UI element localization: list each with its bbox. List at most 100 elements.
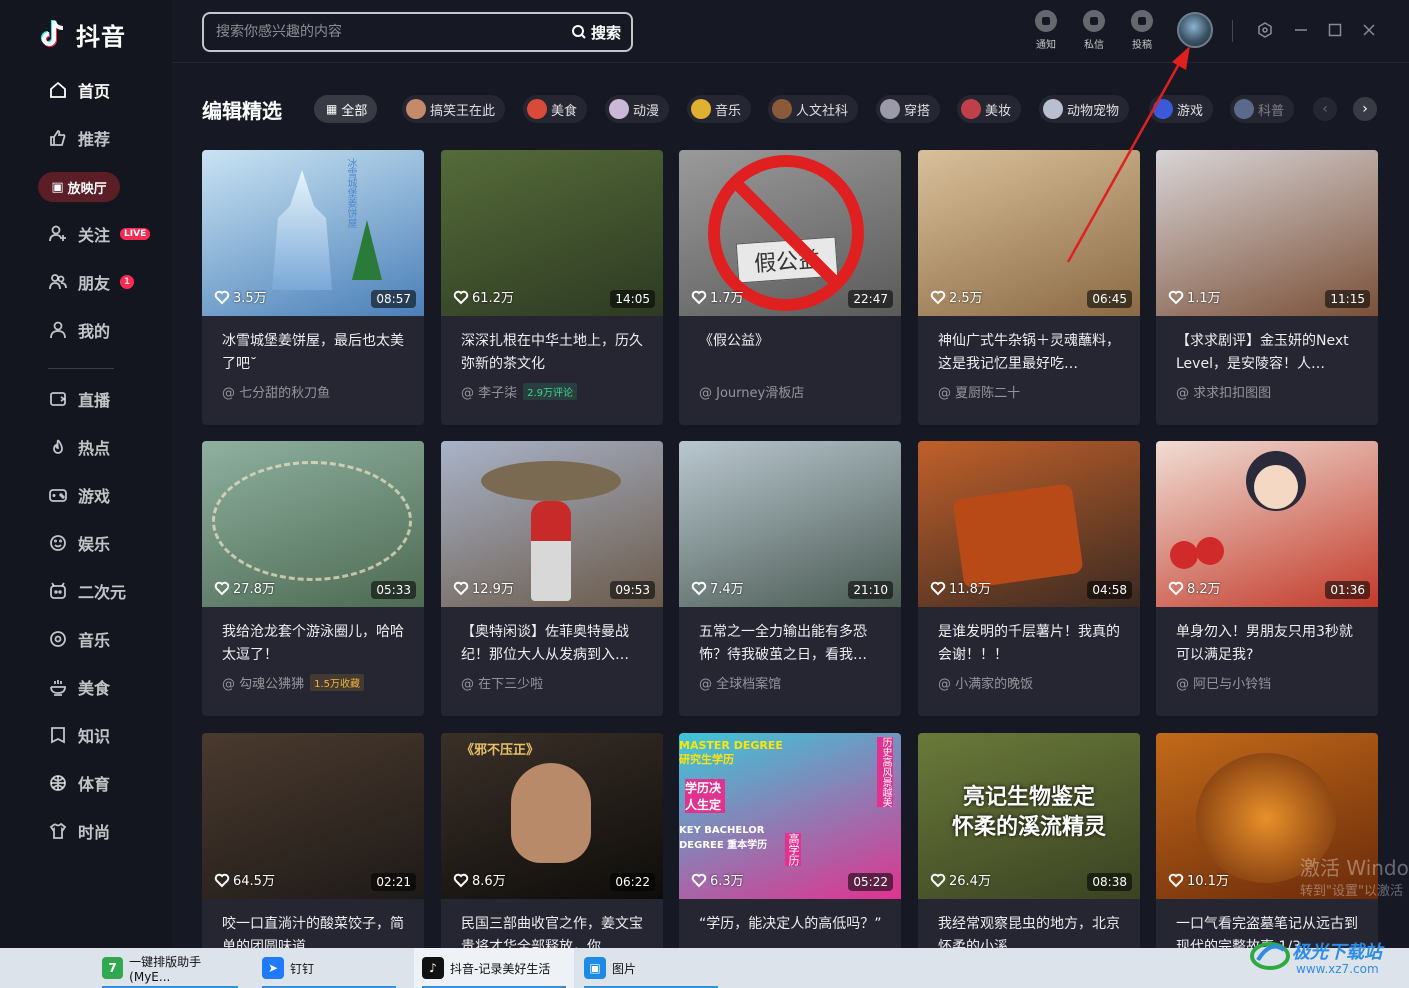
video-card[interactable]: 27.8万 05:33 我给沧龙套个游泳圈儿，哈哈太逗了！ @ 勾魂公狒狒 1.5万收藏 [202, 441, 424, 716]
video-author[interactable]: @ 夏厨陈二十 [938, 382, 1020, 401]
video-title[interactable]: 【求求剧评】金玉妍的Next Level，是安陵容！人… [1176, 330, 1362, 376]
sidebar-item-sports[interactable]: 体育 [48, 769, 110, 797]
sidebar-item-music[interactable]: 音乐 [48, 625, 110, 653]
video-stat-tag: 2.9万评论 [523, 383, 578, 400]
video-title[interactable]: 是谁发明的千层薯片！我真的会谢！！！ [938, 621, 1124, 667]
sidebar-item-cinema[interactable]: ▣ 放映厅 [38, 172, 120, 202]
category-chip-music[interactable]: 音乐 [687, 95, 752, 123]
category-chip-humanities[interactable]: 人文社科 [768, 95, 859, 123]
sidebar-item-hot[interactable]: 热点 [48, 433, 110, 461]
category-chip-pets[interactable]: 动物宠物 [1039, 95, 1130, 123]
chevron-left-icon[interactable]: ‹ [1313, 97, 1337, 121]
video-thumbnail[interactable]: 《邪不压正》 8.6万 06:22 [441, 733, 663, 899]
video-thumbnail[interactable]: 亮记生物鉴定 怀柔的溪流精灵 26.4万 08:38 [918, 733, 1140, 899]
video-title[interactable]: 深深扎根在中华土地上，历久弥新的茶文化 [461, 330, 647, 376]
sidebar-item-fashion[interactable]: 时尚 [48, 817, 110, 845]
video-thumbnail[interactable]: 假公益 1.7万 22:47 [679, 150, 901, 316]
category-chip-all[interactable]: ▦ 全部 [314, 95, 378, 123]
category-chip-anime[interactable]: 动漫 [605, 95, 670, 123]
like-count: 2.5万 [930, 287, 983, 306]
video-thumbnail[interactable]: 冰雪城堡姜饼屋 3.5万 08:57 [202, 150, 424, 316]
messages-button[interactable]: 私信 [1076, 10, 1112, 51]
video-card[interactable]: 1.1万 11:15 【求求剧评】金玉妍的Next Level，是安陵容！人… @ 求… [1156, 150, 1378, 425]
video-title[interactable]: 冰雪城堡姜饼屋，最后也太美了吧˘ [222, 330, 408, 376]
video-thumbnail[interactable]: 11.8万 04:58 [918, 441, 1140, 607]
sidebar-item-anime[interactable]: 二次元 [48, 577, 126, 605]
video-author[interactable]: @ 勾魂公狒狒 1.5万收藏 [222, 673, 365, 692]
category-chip-food[interactable]: 美食 [523, 95, 588, 123]
settings-hex-icon[interactable] [1257, 22, 1273, 38]
maximize-icon[interactable] [1327, 22, 1343, 38]
video-thumbnail[interactable]: 61.2万 14:05 [441, 150, 663, 316]
video-thumbnail[interactable]: 12.9万 09:53 [441, 441, 663, 607]
video-duration: 02:21 [371, 873, 416, 891]
video-author[interactable]: @ 七分甜的秋刀鱼 [222, 382, 330, 401]
search-button[interactable]: 搜索 [571, 22, 631, 43]
sidebar-item-live[interactable]: 直播 [48, 385, 110, 413]
video-thumbnail[interactable]: 64.5万 02:21 [202, 733, 424, 899]
video-thumbnail[interactable]: 1.1万 11:15 [1156, 150, 1378, 316]
category-chip-comedy[interactable]: 搞笑王在此 [402, 95, 506, 123]
video-card[interactable]: 12.9万 09:53 【奥特闲谈】佐菲奥特曼战纪！那位大人从发病到入… @ 在下三少… [441, 441, 663, 716]
close-icon[interactable] [1361, 22, 1377, 38]
video-title[interactable]: 《假公益》 [699, 330, 885, 376]
video-author[interactable]: @ 小满家的晚饭 [938, 673, 1033, 692]
sidebar-item-label: 推荐 [78, 130, 111, 149]
video-author[interactable]: @ 在下三少啦 [461, 673, 543, 692]
video-duration: 06:45 [1087, 290, 1132, 308]
sidebar-item-games[interactable]: 游戏 [48, 481, 110, 509]
video-thumbnail[interactable]: 2.5万 06:45 [918, 150, 1140, 316]
category-avatar [961, 99, 981, 119]
taskbar-item-tiktok[interactable]: ♪ 抖音-记录美好生活 [414, 948, 574, 988]
sidebar-item-mine[interactable]: 我的 [48, 316, 110, 344]
video-card[interactable]: 2.5万 06:45 神仙广式牛杂锅＋灵魂蘸料，这是我记忆里最好吃… @ 夏厨陈二十 [918, 150, 1140, 425]
minimize-icon[interactable] [1293, 22, 1309, 38]
book-icon [48, 725, 68, 745]
video-card[interactable]: 假公益 1.7万 22:47 《假公益》 @ Journey滑板店 [679, 150, 901, 425]
app-logo[interactable]: 抖音 [40, 14, 126, 54]
taskbar-item-photos[interactable]: ▣ 图片 [576, 948, 726, 988]
upload-button[interactable]: 投稿 [1124, 10, 1160, 51]
video-card[interactable]: 冰雪城堡姜饼屋 3.5万 08:57 冰雪城堡姜饼屋，最后也太美了吧˘ @ 七分甜的秋刀… [202, 150, 424, 425]
sidebar-item-entertainment[interactable]: 娱乐 [48, 529, 110, 557]
video-thumbnail[interactable]: 27.8万 05:33 [202, 441, 424, 607]
sidebar-item-knowledge[interactable]: 知识 [48, 721, 110, 749]
user-avatar[interactable] [1177, 12, 1213, 48]
video-thumbnail[interactable]: MASTER DEGREE 研究生学历 学历决人生定 KEY BACHELOR DEG… [679, 733, 901, 899]
video-card[interactable]: 7.4万 21:10 五常之一全力输出能有多恐怖？待我破茧之日，看我… @ 全球档案馆 [679, 441, 901, 716]
sidebar-item-recommend[interactable]: 推荐 [48, 124, 110, 152]
search-input[interactable] [204, 14, 571, 50]
sidebar-item-food[interactable]: 美食 [48, 673, 110, 701]
video-card[interactable]: 11.8万 04:58 是谁发明的千层薯片！我真的会谢！！！ @ 小满家的晚饭 [918, 441, 1140, 716]
sidebar-item-home[interactable]: 首页 [48, 76, 110, 104]
sidebar-item-friends[interactable]: 朋友 1 [48, 268, 135, 296]
video-card[interactable]: 61.2万 14:05 深深扎根在中华土地上，历久弥新的茶文化 @ 李子柒 2.9万评论 [441, 150, 663, 425]
video-author[interactable]: @ 李子柒 2.9万评论 [461, 382, 578, 401]
video-author[interactable]: @ Journey滑板店 [699, 382, 804, 401]
video-card[interactable]: 8.2万 01:36 单身勿入！男朋友只用3秒就可以满足我? @ 阿巳与小铃铛 [1156, 441, 1378, 716]
category-chip-outfit[interactable]: 穿搭 [876, 95, 941, 123]
video-title[interactable]: 单身勿入！男朋友只用3秒就可以满足我? [1176, 621, 1362, 667]
video-thumbnail[interactable]: 7.4万 21:10 [679, 441, 901, 607]
category-chip-games[interactable]: 游戏 [1149, 95, 1214, 123]
category-chip-science[interactable]: 科普 [1230, 95, 1295, 123]
video-author[interactable]: @ 全球档案馆 [699, 673, 781, 692]
video-author[interactable]: @ 求求扣扣图图 [1176, 382, 1271, 401]
sidebar-item-follow[interactable]: 关注 LIVE [48, 220, 151, 248]
video-author[interactable]: @ 阿巳与小铃铛 [1176, 673, 1271, 692]
site-name: 极光下载站 [1292, 942, 1382, 963]
header-separator [1232, 20, 1233, 42]
video-title[interactable]: 【奥特闲谈】佐菲奥特曼战纪！那位大人从发病到入… [461, 621, 647, 667]
video-title[interactable]: 五常之一全力输出能有多恐怖？待我破茧之日，看我… [699, 621, 885, 667]
notifications-button[interactable]: 通知 [1028, 10, 1064, 51]
taskbar-item-dingtalk[interactable]: ➤ 钉钉 [254, 948, 404, 988]
category-chip-makeup[interactable]: 美妆 [957, 95, 1022, 123]
heart-icon [691, 873, 707, 887]
typeset-icon: 7 [102, 957, 124, 979]
chevron-right-icon[interactable]: › [1353, 97, 1377, 121]
video-title[interactable]: 神仙广式牛杂锅＋灵魂蘸料，这是我记忆里最好吃… [938, 330, 1124, 376]
category-chip-label: 音乐 [715, 103, 742, 119]
video-thumbnail[interactable]: 8.2万 01:36 [1156, 441, 1378, 607]
taskbar-item-typeset[interactable]: 7 一键排版助手(MyE... [94, 948, 246, 988]
video-title[interactable]: 我给沧龙套个游泳圈儿，哈哈太逗了！ [222, 621, 408, 667]
